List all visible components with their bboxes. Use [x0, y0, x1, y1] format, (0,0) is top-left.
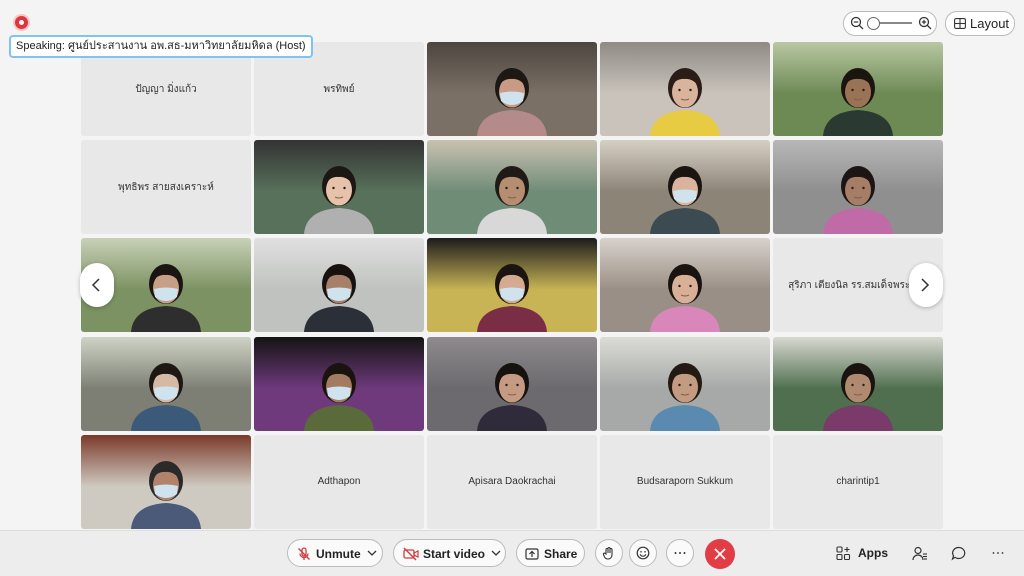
participant-tile[interactable]: [81, 434, 251, 529]
start-video-label: Start video: [423, 547, 486, 561]
participant-video-feed: [650, 362, 720, 431]
start-video-button[interactable]: Start video: [393, 539, 506, 567]
participant-tile[interactable]: พุทธิพร สายสงเคราะห์: [81, 140, 251, 235]
apps-label: Apps: [858, 546, 888, 560]
participant-name: Adthapon: [317, 476, 361, 488]
participant-video-feed: [823, 68, 893, 136]
zoom-out-icon[interactable]: [850, 16, 864, 30]
participant-tile[interactable]: [427, 336, 597, 431]
participant-name: Budsaraporn Sukkum: [636, 476, 734, 488]
participant-tile[interactable]: [254, 140, 424, 235]
chevron-right-icon: [921, 278, 930, 292]
participant-tile[interactable]: Adthapon: [254, 434, 424, 529]
participant-video-feed: [650, 166, 720, 235]
participant-tile[interactable]: [81, 336, 251, 431]
participant-tile[interactable]: [427, 238, 597, 333]
hand-icon: [602, 546, 613, 560]
layout-button[interactable]: Layout: [945, 11, 1015, 36]
participant-video-feed: [131, 460, 201, 529]
participant-video-feed: [823, 166, 893, 235]
share-button[interactable]: Share: [516, 539, 585, 567]
chat-icon[interactable]: [951, 546, 967, 561]
participant-tile[interactable]: [773, 336, 943, 431]
zoom-thumb[interactable]: [867, 17, 880, 30]
participant-tile[interactable]: [427, 42, 597, 136]
participant-tile[interactable]: [254, 336, 424, 431]
participant-tile[interactable]: [600, 336, 770, 431]
apps-icon: [836, 546, 851, 561]
more-icon[interactable]: [991, 546, 1005, 560]
participant-tile[interactable]: [427, 140, 597, 235]
participant-tile[interactable]: [600, 42, 770, 136]
next-page-button[interactable]: [909, 263, 943, 307]
leave-meeting-button[interactable]: [705, 539, 735, 569]
layout-grid-icon: [954, 18, 966, 29]
participant-video-feed: [823, 362, 893, 431]
participant-tile[interactable]: Apisara Daokrachai: [427, 434, 597, 529]
close-icon: [714, 548, 726, 560]
participant-video-feed: [131, 264, 201, 333]
participant-tile[interactable]: Budsaraporn Sukkum: [600, 434, 770, 529]
meeting-toolbar: Unmute Start video Share Apps: [0, 530, 1024, 576]
participant-tile[interactable]: [254, 238, 424, 333]
reactions-button[interactable]: [629, 539, 657, 567]
chevron-down-icon[interactable]: [491, 550, 501, 557]
microphone-muted-icon: [298, 547, 310, 560]
unmute-button[interactable]: Unmute: [287, 539, 383, 567]
participant-video-feed: [304, 166, 374, 235]
zoom-slider[interactable]: [843, 11, 937, 36]
chevron-down-icon[interactable]: [367, 550, 377, 557]
participant-tile[interactable]: charintip1: [773, 434, 943, 529]
share-screen-icon: [525, 548, 539, 560]
participant-name: charintip1: [836, 476, 880, 488]
previous-page-button[interactable]: [80, 263, 114, 307]
participant-tile[interactable]: [600, 140, 770, 235]
participant-video-feed: [131, 362, 201, 431]
participant-video-feed: [477, 68, 547, 136]
participant-video-feed: [477, 166, 547, 235]
participants-icon[interactable]: [912, 546, 928, 561]
participant-tile[interactable]: [600, 238, 770, 333]
zoom-in-icon[interactable]: [918, 16, 932, 30]
chevron-left-icon: [91, 278, 100, 292]
participant-video-feed: [304, 362, 374, 431]
recording-indicator-icon: [15, 16, 28, 29]
participant-name: Apisara Daokrachai: [468, 476, 556, 488]
active-speaker-label: Speaking: ศูนย์ประสานงาน อพ.สธ-มหาวิทยาล…: [9, 35, 313, 58]
participant-video-feed: [650, 264, 720, 333]
participant-video-feed: [477, 264, 547, 333]
participant-video-feed: [304, 264, 374, 333]
participant-name: พุทธิพร สายสงเคราะห์: [118, 181, 214, 193]
participant-tile[interactable]: [773, 42, 943, 136]
more-horizontal-icon: [674, 552, 686, 554]
participant-video-feed: [650, 68, 720, 136]
more-options-button[interactable]: [666, 539, 694, 567]
emoji-icon: [636, 546, 650, 560]
share-label: Share: [544, 547, 578, 561]
participant-video-grid: ปัญญา มิ่งแก้ว พรทิพย์ พุทธิพร สายสงเคราะห…: [81, 42, 943, 529]
layout-button-label: Layout: [970, 16, 1010, 31]
raise-hand-button[interactable]: [595, 539, 623, 567]
camera-off-icon: [403, 547, 419, 561]
participant-tile[interactable]: [773, 140, 943, 235]
participant-video-feed: [477, 362, 547, 431]
unmute-label: Unmute: [316, 547, 361, 561]
